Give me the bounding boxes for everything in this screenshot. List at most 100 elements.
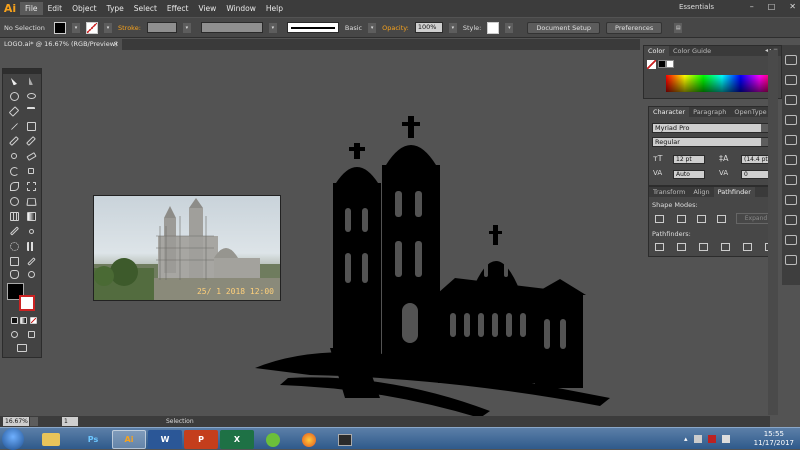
vertical-scrollbar[interactable] xyxy=(768,50,778,415)
opacity-label[interactable]: Opacity: xyxy=(382,24,409,32)
stroke-swatch[interactable] xyxy=(19,295,35,311)
color-spectrum[interactable] xyxy=(666,75,778,92)
intersect-icon[interactable] xyxy=(697,215,706,223)
free-transform-tool-icon[interactable] xyxy=(23,179,39,193)
tab-character[interactable]: Character xyxy=(649,107,690,117)
outline-icon[interactable] xyxy=(743,243,752,251)
tab-pathfinder[interactable]: Pathfinder xyxy=(713,187,755,197)
color-panel-icon[interactable] xyxy=(785,55,797,65)
tab-color-guide[interactable]: Color Guide xyxy=(669,46,715,56)
close-tab-icon[interactable]: × xyxy=(113,39,119,50)
column-graph-tool-icon[interactable] xyxy=(23,239,39,253)
trim-icon[interactable] xyxy=(677,243,686,251)
unite-icon[interactable] xyxy=(655,215,664,223)
menu-edit[interactable]: Edit xyxy=(43,2,68,15)
blob-brush-tool-icon[interactable] xyxy=(6,149,22,163)
blend-tool-icon[interactable] xyxy=(23,224,39,238)
tab-color[interactable]: Color xyxy=(644,46,669,56)
pencil-tool-icon[interactable] xyxy=(23,134,39,148)
menu-view[interactable]: View xyxy=(194,2,222,15)
screen-mode-icon[interactable] xyxy=(14,341,30,355)
workspace-switcher[interactable]: Essentials xyxy=(679,3,714,11)
artboard-tool-icon[interactable] xyxy=(6,254,22,268)
selection-tool-icon[interactable] xyxy=(6,74,22,88)
stroke-label[interactable]: Stroke: xyxy=(118,24,141,32)
excel-taskbar-icon[interactable]: X xyxy=(220,430,254,449)
stroke-dropdown[interactable]: ▾ xyxy=(104,22,112,33)
font-size-field[interactable]: 12 pt xyxy=(673,155,705,164)
draw-normal-icon[interactable] xyxy=(6,327,22,341)
perspective-grid-tool-icon[interactable] xyxy=(23,194,39,208)
taskbar-clock[interactable]: 15:55 11/17/2017 xyxy=(754,430,794,448)
church-silhouette-artwork[interactable] xyxy=(250,113,615,418)
menu-help[interactable]: Help xyxy=(261,2,288,15)
white-swatch[interactable] xyxy=(666,60,674,68)
paintbrush-tool-icon[interactable] xyxy=(6,134,22,148)
black-swatch[interactable] xyxy=(658,60,666,68)
opacity-field[interactable]: 100% xyxy=(414,22,443,33)
appearance-panel-icon[interactable] xyxy=(785,195,797,205)
divide-icon[interactable] xyxy=(655,243,664,251)
network-icon[interactable] xyxy=(707,435,716,443)
menu-file[interactable]: File xyxy=(20,2,43,15)
pen-tool-icon[interactable] xyxy=(6,104,22,118)
direct-selection-tool-icon[interactable] xyxy=(23,74,39,88)
type-tool-icon[interactable] xyxy=(23,104,39,118)
eraser-tool-icon[interactable] xyxy=(23,149,39,163)
magic-wand-tool-icon[interactable] xyxy=(6,89,22,103)
hand-tool-icon[interactable] xyxy=(6,267,22,281)
document-tab[interactable]: LOGO.ai* @ 16.67% (RGB/Preview) xyxy=(0,39,122,50)
fill-dropdown[interactable]: ▾ xyxy=(72,22,80,33)
stroke-weight-field[interactable] xyxy=(146,22,177,33)
stroke-weight-dropdown[interactable]: ▾ xyxy=(182,22,191,33)
artboards-panel-icon[interactable] xyxy=(785,255,797,265)
graphic-style-swatch[interactable] xyxy=(487,21,500,34)
draw-inside-icon[interactable] xyxy=(23,327,39,341)
artboard-number-field[interactable]: 1 xyxy=(62,417,78,426)
tab-opentype[interactable]: OpenType xyxy=(730,107,770,117)
symbols-panel-icon[interactable] xyxy=(785,115,797,125)
swatches-panel-icon[interactable] xyxy=(785,75,797,85)
menu-effect[interactable]: Effect xyxy=(162,2,194,15)
eyedropper-tool-icon[interactable] xyxy=(6,224,22,238)
current-tool-status[interactable]: Selection xyxy=(166,416,194,427)
powerpoint-taskbar-icon[interactable]: P xyxy=(184,430,218,449)
menu-window[interactable]: Window xyxy=(221,2,261,15)
font-family-field[interactable]: Myriad Pro xyxy=(652,123,770,133)
stroke-panel-icon[interactable] xyxy=(785,135,797,145)
minus-front-icon[interactable] xyxy=(677,215,686,223)
menu-object[interactable]: Object xyxy=(67,2,101,15)
stroke-color-swatch[interactable] xyxy=(86,21,98,34)
document-setup-button[interactable]: Document Setup xyxy=(527,21,601,34)
firefox-taskbar-icon[interactable] xyxy=(292,430,326,449)
font-style-field[interactable]: Regular xyxy=(652,137,770,147)
brush-definition[interactable] xyxy=(286,22,339,33)
tab-transform[interactable]: Transform xyxy=(649,187,689,197)
transparency-panel-icon[interactable] xyxy=(785,175,797,185)
merge-icon[interactable] xyxy=(699,243,708,251)
explorer-taskbar-icon[interactable] xyxy=(36,430,66,449)
style-dropdown[interactable]: ▾ xyxy=(505,22,514,33)
tab-align[interactable]: Align xyxy=(689,187,713,197)
variable-width-field[interactable] xyxy=(200,22,263,33)
shape-builder-tool-icon[interactable] xyxy=(6,194,22,208)
close-button[interactable]: ✕ xyxy=(789,2,796,11)
zoom-field[interactable]: 16.67% xyxy=(3,417,29,426)
rectangle-tool-icon[interactable] xyxy=(23,119,39,133)
tray-arrow-icon[interactable]: ▴ xyxy=(684,435,688,443)
menu-select[interactable]: Select xyxy=(129,2,162,15)
word-taskbar-icon[interactable]: W xyxy=(148,430,182,449)
rotate-tool-icon[interactable] xyxy=(6,164,22,178)
crop-icon[interactable] xyxy=(721,243,730,251)
lasso-tool-icon[interactable] xyxy=(23,89,39,103)
brushes-panel-icon[interactable] xyxy=(785,95,797,105)
arrange-documents-icon[interactable]: ▤ xyxy=(674,22,683,33)
width-tool-icon[interactable] xyxy=(6,179,22,193)
minimize-button[interactable]: – xyxy=(750,2,754,11)
layers-panel-icon[interactable] xyxy=(785,235,797,245)
fill-color-swatch[interactable] xyxy=(54,21,66,34)
variable-width-dropdown[interactable]: ▾ xyxy=(268,22,277,33)
brush-dropdown[interactable]: ▾ xyxy=(368,22,377,33)
zoom-dropdown[interactable] xyxy=(30,417,38,426)
illustrator-taskbar-icon[interactable]: Ai xyxy=(112,430,146,449)
